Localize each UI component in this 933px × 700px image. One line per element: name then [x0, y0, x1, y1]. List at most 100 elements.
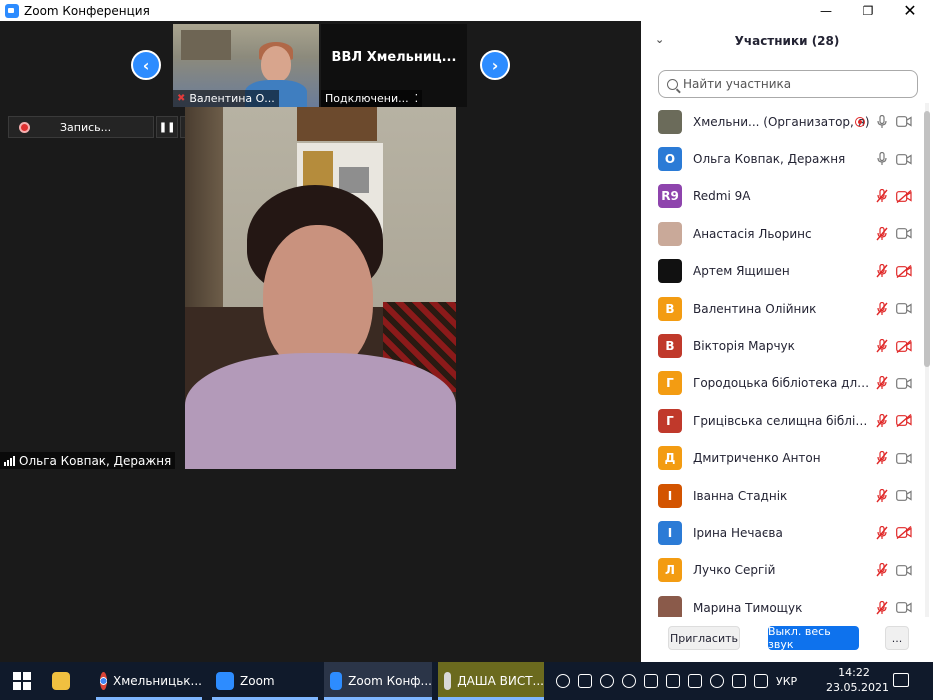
participant-row[interactable]: Г Грицівська селищна бібліотека	[641, 402, 921, 439]
microphone-muted-icon[interactable]	[875, 450, 889, 466]
loading-icon: ⁚	[414, 92, 419, 105]
video-camera-icon[interactable]	[895, 301, 913, 317]
participant-avatar	[658, 595, 682, 617]
thumbnail-strip: ✖ Валентина О... ВВЛ Хмельниц... Подключ…	[173, 24, 467, 107]
participant-name: Валентина Олійник	[693, 301, 817, 316]
participant-name: Анастасія Льоринс	[693, 226, 812, 241]
recording-bar: Запись... ❚❚ ■	[8, 116, 202, 138]
participant-name: Redmi 9A	[693, 189, 751, 204]
participant-list[interactable]: Хмельни... (Организатор, я) О Ольга Ковпак…	[641, 103, 921, 617]
next-page-button[interactable]: ›	[480, 50, 510, 80]
microphone-muted-icon[interactable]	[875, 562, 889, 578]
participant-row[interactable]: В Вікторія Марчук	[641, 327, 921, 364]
pause-recording-button[interactable]: ❚❚	[156, 116, 179, 138]
tray-camera-icon[interactable]	[578, 674, 592, 688]
participant-row[interactable]: R9 Redmi 9A	[641, 178, 921, 215]
more-options-button[interactable]: ...	[885, 626, 909, 650]
clock-time: 14:22	[838, 666, 870, 679]
thumbnail-no-video[interactable]: ВВЛ Хмельниц... Подключени... ⁚	[321, 24, 467, 107]
window-titlebar: Zoom Конференция — ❐ ✕	[0, 0, 933, 21]
microphone-muted-icon[interactable]	[875, 226, 889, 242]
close-button[interactable]: ✕	[890, 0, 930, 21]
participant-row[interactable]: Артем Ящишен	[641, 253, 921, 290]
taskbar-item-label: Zoom Конф...	[348, 674, 432, 688]
mute-all-button[interactable]: Выкл. весь звук	[768, 625, 859, 651]
video-camera-icon[interactable]	[895, 600, 913, 616]
video-camera-off-icon[interactable]	[895, 338, 913, 354]
tray-nvidia-icon[interactable]	[688, 674, 702, 688]
microphone-muted-icon[interactable]	[875, 488, 889, 504]
video-camera-icon[interactable]	[895, 488, 913, 504]
participant-row[interactable]: О Ольга Ковпак, Деражня	[641, 140, 921, 177]
start-button[interactable]	[0, 662, 44, 700]
chevron-down-icon[interactable]: ⌄	[655, 33, 664, 46]
microphone-icon[interactable]	[875, 114, 889, 130]
participants-panel: ⌄ Участники (28) Хмельни... (Организатор…	[641, 21, 933, 662]
clock[interactable]: 14:22 23.05.2021	[826, 665, 889, 695]
participant-row[interactable]: Л Лучко Сергій	[641, 552, 921, 589]
video-camera-off-icon[interactable]	[895, 188, 913, 204]
participant-row[interactable]: Д Дмитриченко Антон	[641, 440, 921, 477]
video-camera-off-icon[interactable]	[895, 263, 913, 279]
video-camera-icon[interactable]	[895, 450, 913, 466]
video-camera-icon[interactable]	[895, 562, 913, 578]
participant-search[interactable]	[658, 70, 918, 98]
video-camera-off-icon[interactable]	[895, 413, 913, 429]
prev-page-button[interactable]: ‹	[131, 50, 161, 80]
microphone-muted-icon[interactable]	[875, 301, 889, 317]
microphone-muted-icon[interactable]	[875, 525, 889, 541]
invite-button[interactable]: Пригласить	[668, 626, 740, 650]
participant-name: Хмельни... (Организатор, я)	[693, 114, 870, 129]
participant-row[interactable]: Г Городоцька бібліотека для діт...	[641, 365, 921, 402]
video-camera-icon[interactable]	[895, 151, 913, 167]
tray-lv-icon[interactable]	[732, 674, 746, 688]
taskbar-zoom-meeting[interactable]: Zoom Конф...	[324, 662, 432, 700]
taskbar-chrome[interactable]: Хмельницьк...	[96, 662, 202, 700]
participant-avatar: Г	[658, 408, 682, 433]
tray-opera-icon[interactable]	[622, 674, 636, 688]
video-camera-off-icon[interactable]	[895, 525, 913, 541]
language-indicator[interactable]: УКР	[776, 675, 797, 688]
video-camera-icon[interactable]	[895, 114, 913, 130]
search-input[interactable]	[683, 77, 903, 91]
tray-app-icon[interactable]	[556, 674, 570, 688]
taskbar-dasha[interactable]: ДАША ВИСТ...	[438, 662, 544, 700]
tray-sync-icon[interactable]	[600, 674, 614, 688]
participant-list-scrollbar[interactable]	[923, 103, 931, 617]
taskbar-zoom[interactable]: Zoom	[212, 662, 318, 700]
notification-icon[interactable]	[893, 673, 909, 687]
participant-row[interactable]: Марина Тимощук	[641, 589, 921, 617]
tray-lav-icon[interactable]	[754, 674, 768, 688]
microphone-muted-icon[interactable]	[875, 600, 889, 616]
participant-row[interactable]: І Іванна Стаднік	[641, 477, 921, 514]
participant-row[interactable]: І Ірина Нечаєва	[641, 514, 921, 551]
tray-battery-icon[interactable]	[666, 674, 680, 688]
tray-shield-icon[interactable]	[644, 674, 658, 688]
folder-icon	[52, 672, 70, 690]
thumbnail-name: Валентина О...	[189, 92, 275, 105]
microphone-muted-icon[interactable]	[875, 188, 889, 204]
microphone-muted-icon[interactable]	[875, 375, 889, 391]
zoom-icon	[330, 672, 343, 690]
chrome-icon	[100, 672, 108, 690]
video-area: ‹ › ✖ Валентина О... ВВЛ Хмельниц... Под…	[0, 21, 641, 662]
video-camera-icon[interactable]	[895, 226, 913, 242]
participant-avatar	[658, 259, 682, 284]
participant-row[interactable]: В Валентина Олійник	[641, 290, 921, 327]
microphone-muted-icon[interactable]	[875, 263, 889, 279]
video-camera-icon[interactable]	[895, 375, 913, 391]
volume-icon[interactable]	[710, 674, 724, 688]
microphone-muted-icon[interactable]	[875, 338, 889, 354]
participant-name: Лучко Сергій	[693, 563, 776, 578]
microphone-muted-icon[interactable]	[875, 413, 889, 429]
participant-avatar: І	[658, 483, 682, 508]
participant-row[interactable]: Анастасія Льоринс	[641, 215, 921, 252]
restore-button[interactable]: ❐	[848, 0, 888, 21]
participant-row[interactable]: Хмельни... (Организатор, я)	[641, 103, 921, 140]
taskbar-explorer[interactable]	[52, 662, 86, 700]
microphone-icon[interactable]	[875, 151, 889, 167]
thumbnail-video[interactable]: ✖ Валентина О...	[173, 24, 319, 107]
minimize-button[interactable]: —	[806, 0, 846, 21]
participant-avatar: О	[658, 147, 682, 172]
windows-logo-icon	[13, 672, 31, 690]
